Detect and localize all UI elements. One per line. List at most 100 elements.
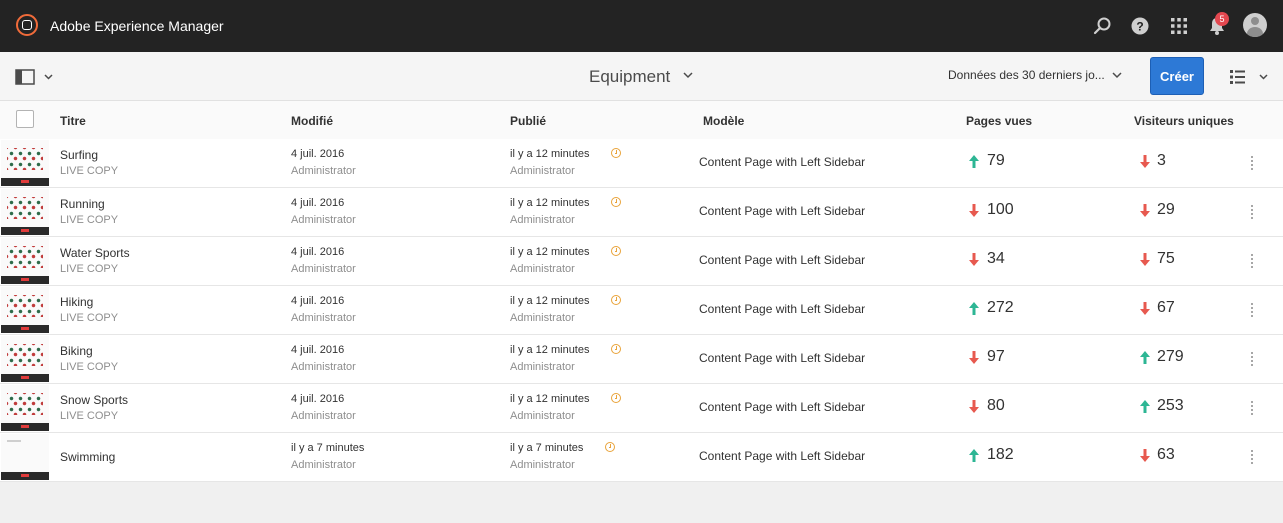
- row-modified: 4 juil. 2016: [291, 344, 345, 356]
- page-thumbnail[interactable]: [1, 434, 49, 480]
- page-thumbnail[interactable]: [1, 287, 49, 333]
- row-page-views: 182: [987, 446, 1014, 463]
- row-modified-by: Administrator: [291, 165, 356, 177]
- row-published: il y a 12 minutes: [510, 197, 590, 209]
- table-row[interactable]: Biking LIVE COPY 4 juil. 2016 Administra…: [0, 335, 1283, 384]
- date-range-select[interactable]: Données des 30 derniers jo...: [948, 68, 1105, 82]
- trend-arrow-icon: [969, 400, 979, 413]
- shell-header: Adobe Experience Manager ? 5: [0, 0, 1283, 52]
- row-title: Water Sports: [60, 246, 130, 260]
- row-template: Content Page with Left Sidebar: [699, 253, 866, 267]
- more-options-icon[interactable]: [1250, 351, 1254, 367]
- column-header-page-views[interactable]: Pages vues: [966, 114, 1032, 128]
- row-published-by: Administrator: [510, 263, 575, 275]
- row-unique-visitors: 29: [1157, 201, 1175, 218]
- row-page-views: 80: [987, 397, 1005, 414]
- row-published: il y a 7 minutes: [510, 442, 584, 454]
- table-header: Titre Modifié Publié Modèle Pages vues V…: [0, 101, 1283, 140]
- row-published: il y a 12 minutes: [510, 393, 590, 405]
- page-thumbnail[interactable]: [1, 385, 49, 431]
- page-thumbnail[interactable]: [1, 238, 49, 284]
- clock-icon: [611, 393, 621, 403]
- row-title: Biking: [60, 344, 93, 358]
- clock-icon: [611, 344, 621, 354]
- create-button[interactable]: Créer: [1150, 57, 1204, 95]
- row-unique-visitors: 75: [1157, 250, 1175, 267]
- page-thumbnail[interactable]: [1, 140, 49, 186]
- clock-icon: [605, 442, 615, 452]
- column-header-modified[interactable]: Modifié: [291, 114, 333, 128]
- live-copy-label: LIVE COPY: [60, 263, 119, 275]
- clock-icon: [611, 197, 621, 207]
- row-modified-by: Administrator: [291, 410, 356, 422]
- page-title[interactable]: Equipment: [589, 67, 670, 87]
- table-row[interactable]: Water Sports LIVE COPY 4 juil. 2016 Admi…: [0, 237, 1283, 286]
- row-published: il y a 12 minutes: [510, 295, 590, 307]
- page-thumbnail[interactable]: [1, 336, 49, 382]
- row-unique-visitors: 253: [1157, 397, 1184, 414]
- row-template: Content Page with Left Sidebar: [699, 351, 866, 365]
- more-options-icon[interactable]: [1250, 155, 1254, 171]
- row-modified-by: Administrator: [291, 214, 356, 226]
- table-row[interactable]: Snow Sports LIVE COPY 4 juil. 2016 Admin…: [0, 384, 1283, 433]
- row-published-by: Administrator: [510, 214, 575, 226]
- row-template: Content Page with Left Sidebar: [699, 155, 866, 169]
- row-page-views: 100: [987, 201, 1014, 218]
- live-copy-label: LIVE COPY: [60, 312, 119, 324]
- app-title[interactable]: Adobe Experience Manager: [50, 18, 224, 34]
- column-header-published[interactable]: Publié: [510, 114, 546, 128]
- trend-arrow-icon: [969, 204, 979, 217]
- row-modified: 4 juil. 2016: [291, 393, 345, 405]
- apps-icon[interactable]: [1169, 16, 1189, 36]
- row-title: Swimming: [60, 450, 116, 464]
- row-unique-visitors: 279: [1157, 348, 1184, 365]
- rail-toggle-icon[interactable]: [15, 69, 53, 85]
- row-unique-visitors: 67: [1157, 299, 1175, 316]
- column-header-template[interactable]: Modèle: [703, 114, 744, 128]
- more-options-icon[interactable]: [1250, 302, 1254, 318]
- row-page-views: 34: [987, 250, 1005, 267]
- more-options-icon[interactable]: [1250, 449, 1254, 465]
- avatar[interactable]: [1243, 13, 1267, 37]
- trend-arrow-icon: [1140, 449, 1150, 462]
- row-modified-by: Administrator: [291, 459, 356, 471]
- clock-icon: [611, 295, 621, 305]
- row-published: il y a 12 minutes: [510, 344, 590, 356]
- help-icon[interactable]: ?: [1130, 16, 1150, 36]
- more-options-icon[interactable]: [1250, 400, 1254, 416]
- column-header-title[interactable]: Titre: [60, 114, 86, 128]
- chevron-down-icon[interactable]: [1112, 71, 1122, 79]
- table-row[interactable]: Surfing LIVE COPY 4 juil. 2016 Administr…: [0, 139, 1283, 188]
- row-modified-by: Administrator: [291, 263, 356, 275]
- live-copy-label: LIVE COPY: [60, 165, 119, 177]
- trend-arrow-icon: [1140, 400, 1150, 413]
- select-all-checkbox[interactable]: [16, 110, 34, 128]
- aem-logo-icon[interactable]: [16, 14, 38, 36]
- row-template: Content Page with Left Sidebar: [699, 204, 866, 218]
- row-published-by: Administrator: [510, 312, 575, 324]
- table-row[interactable]: Swimming il y a 7 minutes Administrator …: [0, 433, 1283, 482]
- table-row[interactable]: Hiking LIVE COPY 4 juil. 2016 Administra…: [0, 286, 1283, 335]
- row-title: Surfing: [60, 148, 99, 162]
- row-published-by: Administrator: [510, 410, 575, 422]
- row-title: Snow Sports: [60, 393, 129, 407]
- column-header-unique-visitors[interactable]: Visiteurs uniques: [1134, 114, 1234, 128]
- clock-icon: [611, 148, 621, 158]
- row-modified-by: Administrator: [291, 361, 356, 373]
- row-published: il y a 12 minutes: [510, 148, 590, 160]
- chevron-down-icon[interactable]: [683, 71, 693, 79]
- live-copy-label: LIVE COPY: [60, 214, 119, 226]
- live-copy-label: LIVE COPY: [60, 410, 119, 422]
- search-icon[interactable]: [1092, 16, 1112, 36]
- row-page-views: 272: [987, 299, 1014, 316]
- row-published-by: Administrator: [510, 361, 575, 373]
- more-options-icon[interactable]: [1250, 253, 1254, 269]
- page-thumbnail[interactable]: [1, 189, 49, 235]
- list-view-icon[interactable]: [1229, 69, 1269, 85]
- clock-icon: [611, 246, 621, 256]
- trend-arrow-icon: [969, 253, 979, 266]
- table-row[interactable]: Running LIVE COPY 4 juil. 2016 Administr…: [0, 188, 1283, 237]
- more-options-icon[interactable]: [1250, 204, 1254, 220]
- row-template: Content Page with Left Sidebar: [699, 302, 866, 316]
- row-modified: 4 juil. 2016: [291, 295, 345, 307]
